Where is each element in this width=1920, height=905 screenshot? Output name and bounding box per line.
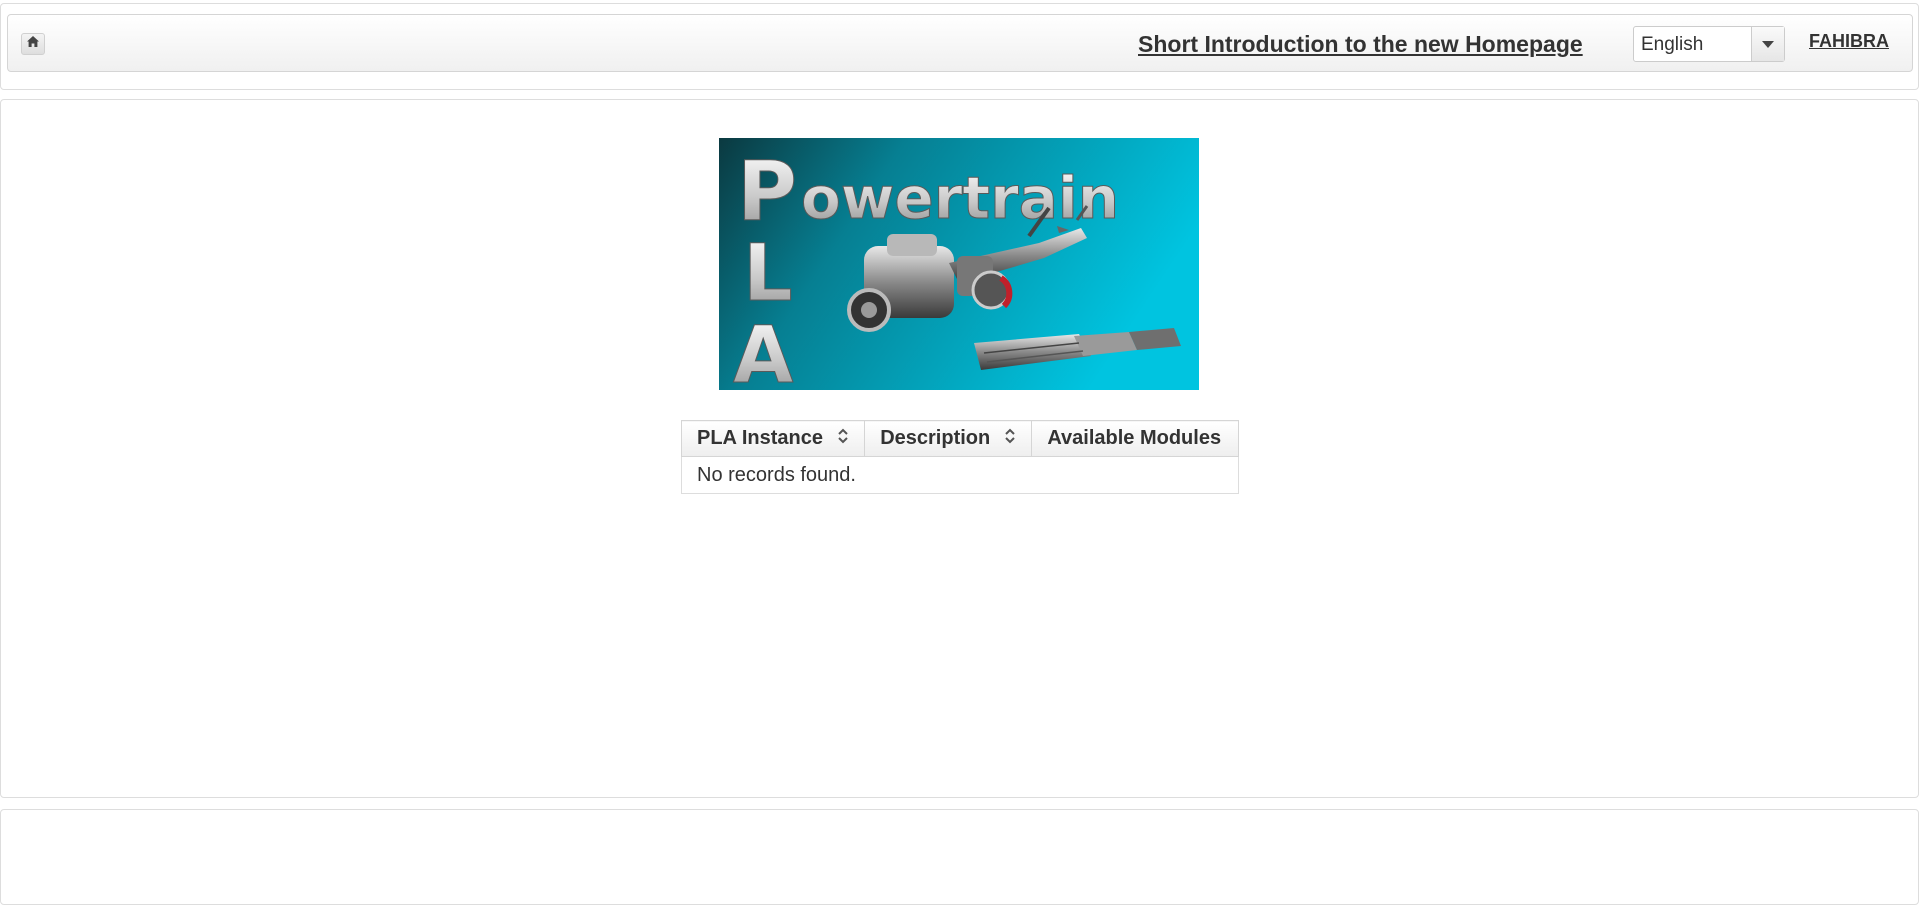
main-panel: P owertrain L A PLA Instance Description… [0,99,1919,798]
table-empty-row: No records found. [681,456,1239,494]
language-value: English [1641,34,1704,55]
empty-message: No records found. [681,456,1239,494]
sort-icon [837,427,848,450]
pla-instances-table: PLA Instance Description Available Modul… [680,420,1239,494]
top-toolbar: Short Introduction to the new Homepage E… [7,14,1913,72]
home-button[interactable] [21,33,45,55]
column-label: PLA Instance [697,426,823,449]
sort-icon [1005,427,1015,450]
table-header-row: PLA Instance Description Available Modul… [680,420,1239,457]
chevron-down-icon [1762,40,1774,48]
logo-letter-p: P [737,145,797,240]
header-panel: Short Introduction to the new Homepage E… [0,3,1919,90]
logo-letter-a: A [733,311,793,390]
user-link[interactable]: FAHIBRA [1809,31,1889,52]
column-label: Description [880,426,991,449]
language-dropdown-trigger[interactable] [1751,27,1784,61]
logo-word-owertrain: owertrain [801,164,1119,232]
column-label: Available Modules [1047,427,1222,449]
column-header-available-modules: Available Modules [1031,420,1239,457]
home-icon [26,35,40,53]
language-select[interactable]: English [1633,26,1785,62]
intro-link[interactable]: Short Introduction to the new Homepage [1138,31,1583,58]
logo-letter-l: L [743,229,793,319]
pla-powertrain-logo: P owertrain L A [719,138,1199,390]
column-header-description[interactable]: Description [864,420,1033,457]
footer-panel [0,809,1919,905]
column-header-pla-instance[interactable]: PLA Instance [680,420,866,457]
